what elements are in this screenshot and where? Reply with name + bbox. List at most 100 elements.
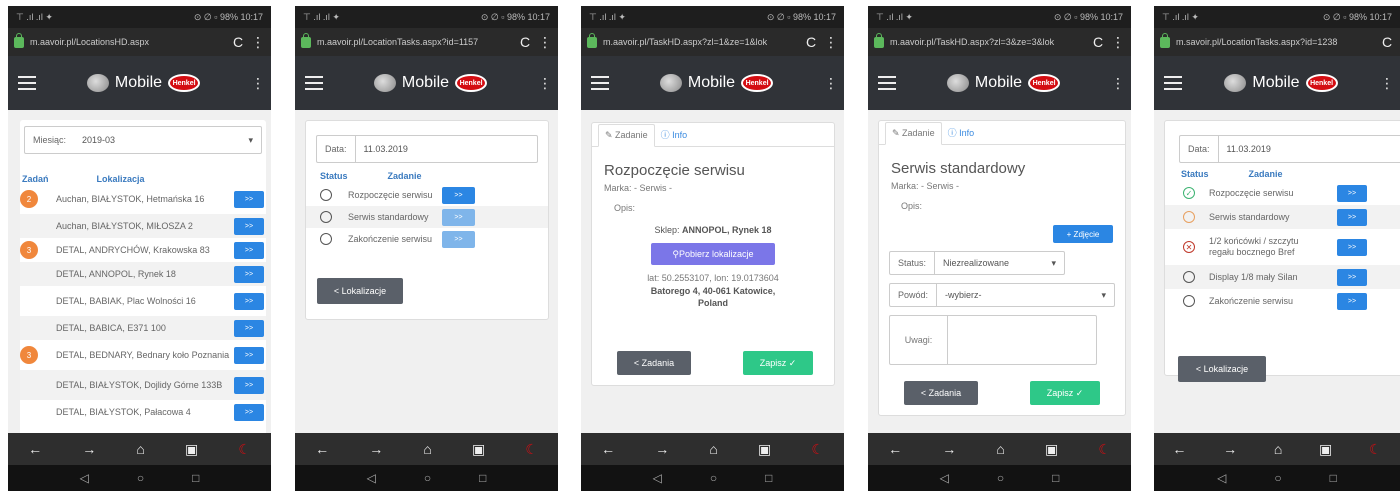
tab-task[interactable]: ✎ Zadanie [885, 122, 942, 145]
open-task-button[interactable]: >> [1337, 292, 1367, 310]
tab-info[interactable]: ⓘ Info [655, 123, 694, 146]
browser-url-bar[interactable]: m.aavoir.pl/LocationsHD.aspx C ⋮ [8, 28, 271, 56]
opera-icon[interactable]: ☾ [525, 441, 538, 458]
add-photo-button[interactable]: + Zdjęcie [1053, 225, 1113, 243]
forward-arrow-icon[interactable]: → [1223, 441, 1237, 457]
sys-home-icon[interactable]: ○ [710, 471, 717, 485]
open-location-button[interactable]: >> [234, 292, 264, 310]
sys-home-icon[interactable]: ○ [424, 471, 431, 485]
back-arrow-icon[interactable]: ← [1172, 441, 1186, 457]
forward-arrow-icon[interactable]: → [942, 441, 956, 457]
url-text[interactable]: m.aavoir.pl/LocationsHD.aspx [30, 37, 225, 47]
open-location-button[interactable]: >> [234, 217, 264, 235]
status-circle-icon[interactable] [1183, 295, 1195, 307]
browser-url-bar[interactable]: m.aavoir.pl/TaskHD.aspx?zl=1&ze=1&lok C … [581, 28, 844, 56]
month-selector[interactable]: Miesiąc: 2019-03 ▾ [24, 126, 262, 154]
hamburger-menu-icon[interactable] [305, 76, 323, 90]
back-arrow-icon[interactable]: ← [315, 441, 329, 457]
tabs-icon[interactable]: ▣ [758, 441, 771, 458]
get-location-button[interactable]: ⚲ Pobierz lokalizacje [651, 243, 775, 265]
home-icon[interactable]: ⌂ [423, 441, 431, 457]
status-radio[interactable] [320, 211, 332, 223]
hamburger-menu-icon[interactable] [591, 76, 609, 90]
reload-icon[interactable]: C [1091, 34, 1105, 50]
home-icon[interactable]: ⌂ [996, 441, 1004, 457]
open-task-button[interactable]: >> [1337, 238, 1367, 256]
forward-arrow-icon[interactable]: → [655, 441, 669, 457]
home-icon[interactable]: ⌂ [136, 441, 144, 457]
open-location-button[interactable]: >> [234, 403, 264, 421]
status-circle-icon[interactable] [1183, 271, 1195, 283]
open-location-button[interactable]: >> [234, 241, 264, 259]
url-text[interactable]: m.aavoir.pl/TaskHD.aspx?zl=3&ze=3&lok [890, 37, 1085, 47]
open-location-button[interactable]: >> [234, 376, 264, 394]
url-text[interactable]: m.savoir.pl/LocationTasks.aspx?id=1238 [1176, 37, 1374, 47]
back-to-locations-button[interactable]: < Lokalizacje [317, 278, 403, 304]
tabs-icon[interactable]: ▣ [1319, 441, 1332, 458]
open-location-button[interactable]: >> [234, 346, 264, 364]
sys-back-icon[interactable]: ◁ [80, 471, 89, 485]
reload-icon[interactable]: C [231, 34, 245, 50]
status-radio[interactable] [320, 189, 332, 201]
open-location-button[interactable]: >> [234, 190, 264, 208]
notes-field[interactable]: Uwagi: [889, 315, 1097, 365]
back-arrow-icon[interactable]: ← [28, 441, 42, 457]
status-radio[interactable] [320, 233, 332, 245]
tabs-icon[interactable]: ▣ [185, 441, 198, 458]
app-menu-icon[interactable]: ⋮ [1111, 75, 1125, 92]
sys-recent-icon[interactable]: □ [1330, 471, 1337, 485]
sys-back-icon[interactable]: ◁ [1217, 471, 1226, 485]
browser-menu-icon[interactable]: ⋮ [251, 34, 265, 51]
opera-icon[interactable]: ☾ [811, 441, 824, 458]
hamburger-menu-icon[interactable] [18, 76, 36, 90]
back-to-locations-button[interactable]: < Lokalizacje [1178, 356, 1266, 382]
open-task-button[interactable]: >> [1337, 208, 1367, 226]
app-menu-icon[interactable]: ⋮ [824, 75, 838, 92]
open-task-button[interactable]: >> [1337, 268, 1367, 286]
status-circle-icon[interactable] [1183, 211, 1195, 223]
home-icon[interactable]: ⌂ [1274, 441, 1282, 457]
open-task-button[interactable]: >> [1337, 184, 1367, 202]
sys-home-icon[interactable]: ○ [1274, 471, 1281, 485]
sys-recent-icon[interactable]: □ [765, 471, 772, 485]
hamburger-menu-icon[interactable] [878, 76, 896, 90]
tabs-icon[interactable]: ▣ [472, 441, 485, 458]
open-task-button[interactable]: >> [442, 186, 475, 204]
hamburger-menu-icon[interactable] [1164, 76, 1182, 90]
status-select[interactable]: Status: Niezrealizowane ▾ [889, 251, 1065, 275]
back-arrow-icon[interactable]: ← [888, 441, 902, 457]
reload-icon[interactable]: C [804, 34, 818, 50]
url-text[interactable]: m.aavoir.pl/LocationTasks.aspx?id=1157 [317, 37, 512, 47]
reload-icon[interactable]: C [1380, 34, 1394, 50]
sys-home-icon[interactable]: ○ [137, 471, 144, 485]
back-to-tasks-button[interactable]: < Zadania [904, 381, 978, 405]
url-text[interactable]: m.aavoir.pl/TaskHD.aspx?zl=1&ze=1&lok [603, 37, 798, 47]
open-task-button[interactable]: >> [442, 208, 475, 226]
open-location-button[interactable]: >> [234, 265, 264, 283]
sys-home-icon[interactable]: ○ [997, 471, 1004, 485]
app-menu-icon[interactable]: ⋮ [538, 75, 552, 92]
tabs-icon[interactable]: ▣ [1045, 441, 1058, 458]
forward-arrow-icon[interactable]: → [369, 441, 383, 457]
opera-icon[interactable]: ☾ [1369, 441, 1382, 458]
home-icon[interactable]: ⌂ [709, 441, 717, 457]
open-location-button[interactable]: >> [234, 319, 264, 337]
app-menu-icon[interactable]: ⋮ [251, 75, 265, 92]
sys-back-icon[interactable]: ◁ [653, 471, 662, 485]
save-button[interactable]: Zapisz ✓ [743, 351, 813, 375]
sys-recent-icon[interactable]: □ [479, 471, 486, 485]
x-circle-icon[interactable]: ✕ [1183, 241, 1195, 253]
browser-url-bar[interactable]: m.aavoir.pl/TaskHD.aspx?zl=3&ze=3&lok C … [868, 28, 1131, 56]
tab-info[interactable]: ⓘ Info [942, 121, 981, 144]
browser-url-bar[interactable]: m.savoir.pl/LocationTasks.aspx?id=1238 C [1154, 28, 1400, 56]
sys-recent-icon[interactable]: □ [192, 471, 199, 485]
check-circle-icon[interactable]: ✓ [1183, 187, 1195, 199]
sys-back-icon[interactable]: ◁ [940, 471, 949, 485]
app-menu-icon[interactable]: ⋮ [1380, 75, 1394, 92]
browser-url-bar[interactable]: m.aavoir.pl/LocationTasks.aspx?id=1157 C… [295, 28, 558, 56]
save-button[interactable]: Zapisz ✓ [1030, 381, 1100, 405]
opera-icon[interactable]: ☾ [238, 441, 251, 458]
browser-menu-icon[interactable]: ⋮ [824, 34, 838, 51]
browser-menu-icon[interactable]: ⋮ [1111, 34, 1125, 51]
open-task-button[interactable]: >> [442, 230, 475, 248]
